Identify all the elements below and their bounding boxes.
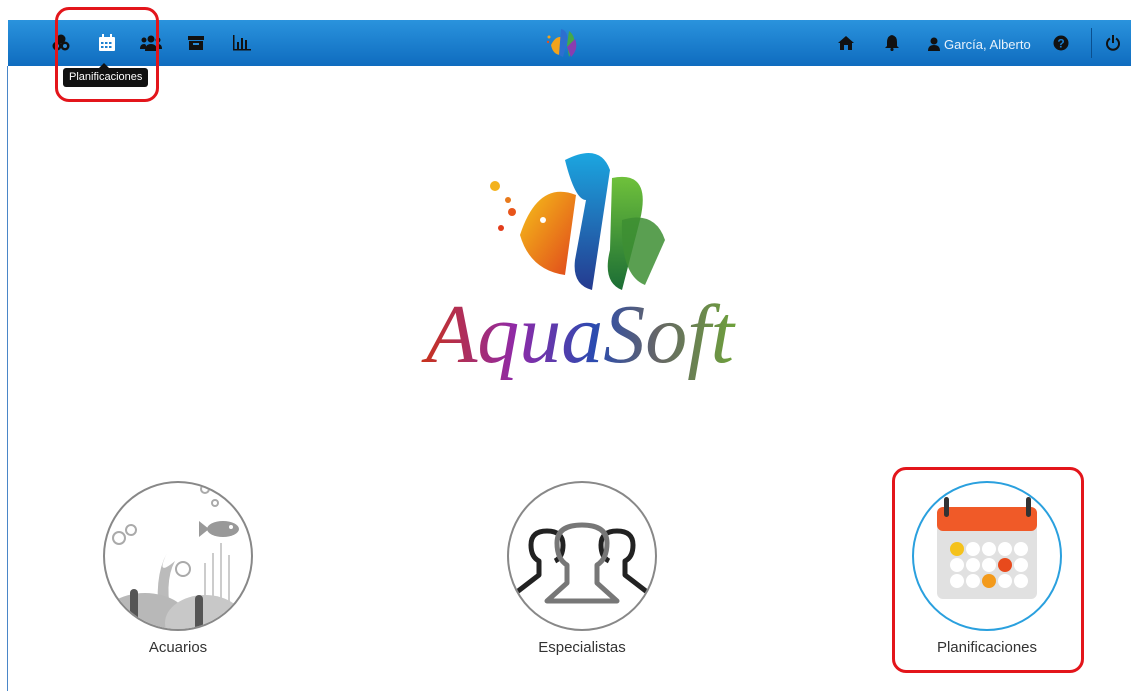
card-label: Especialistas <box>538 639 626 656</box>
svg-text:?: ? <box>1057 37 1064 51</box>
card-label: Acuarios <box>148 639 208 656</box>
home-icon[interactable] <box>834 31 858 55</box>
bell-icon[interactable] <box>880 31 904 55</box>
users-icon[interactable] <box>139 31 163 55</box>
card-especialistas[interactable]: Especialistas <box>497 481 667 656</box>
separator <box>1091 28 1092 58</box>
calendar-icon[interactable] <box>95 31 119 55</box>
user-name: García, Alberto <box>944 36 1031 52</box>
specialists-icon <box>507 481 657 631</box>
card-acuarios[interactable]: Acuarios <box>93 481 263 656</box>
aquarium-icon <box>103 481 253 631</box>
power-icon[interactable] <box>1101 31 1125 55</box>
app-logo-icon[interactable] <box>543 25 583 61</box>
calendar-planning-icon <box>912 481 1062 631</box>
user-icon <box>928 37 940 51</box>
tooltip: Planificaciones <box>63 63 149 87</box>
bar-chart-icon[interactable] <box>230 31 254 55</box>
archive-icon[interactable] <box>184 31 208 55</box>
card-label: Planificaciones <box>936 639 1038 656</box>
molecules-icon[interactable] <box>49 31 73 55</box>
card-planificaciones[interactable]: Planificaciones <box>902 481 1072 656</box>
help-icon[interactable]: ? <box>1049 31 1073 55</box>
user-menu[interactable]: García, Alberto <box>928 34 1031 54</box>
aquasoft-logo: AquaSoft <box>360 140 800 400</box>
left-border <box>7 66 8 691</box>
logo-text: AquaSoft <box>421 288 737 381</box>
top-navigation-bar: García, Alberto ? <box>8 20 1131 66</box>
